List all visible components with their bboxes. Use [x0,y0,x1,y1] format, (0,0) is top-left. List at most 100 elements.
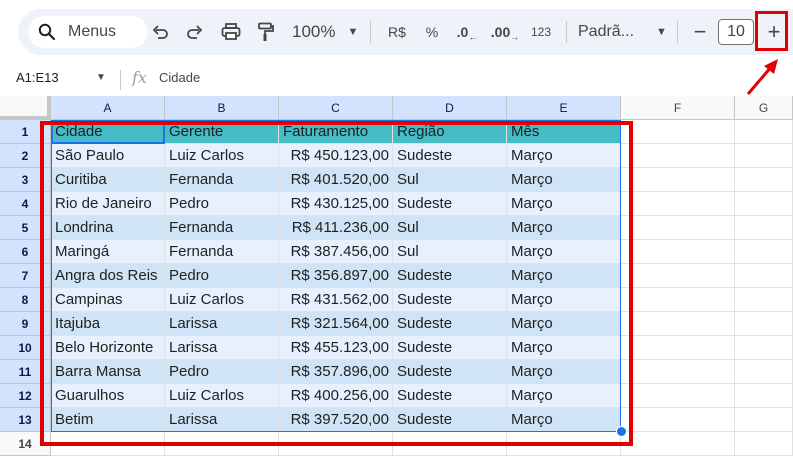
empty-cell[interactable] [621,264,735,288]
table-cell[interactable]: Sudeste [393,264,507,288]
empty-cell[interactable] [621,408,735,432]
table-cell[interactable]: Pedro [165,192,279,216]
table-cell[interactable]: R$ 397.520,00 [279,408,393,432]
table-cell[interactable]: Sudeste [393,192,507,216]
table-cell[interactable]: Sudeste [393,312,507,336]
row-header-10[interactable]: 10 [0,336,51,360]
empty-cell[interactable] [735,168,793,192]
more-formats-button[interactable]: 123 [528,18,554,46]
table-cell[interactable]: Barra Mansa [51,360,165,384]
table-cell[interactable]: Campinas [51,288,165,312]
row-header-9[interactable]: 9 [0,312,51,336]
header-cell[interactable]: Cidade [51,120,165,144]
table-cell[interactable]: Março [507,360,621,384]
paint-format-button[interactable] [252,18,280,46]
empty-cell[interactable] [621,168,735,192]
empty-cell[interactable] [621,144,735,168]
table-cell[interactable]: R$ 455.123,00 [279,336,393,360]
table-cell[interactable]: Maringá [51,240,165,264]
table-cell[interactable]: Sul [393,240,507,264]
row-header-3[interactable]: 3 [0,168,51,192]
table-cell[interactable]: Março [507,216,621,240]
table-cell[interactable]: Março [507,384,621,408]
column-header-f[interactable]: F [621,96,735,120]
table-cell[interactable]: Março [507,336,621,360]
table-cell[interactable]: Março [507,288,621,312]
table-cell[interactable]: Sudeste [393,384,507,408]
table-cell[interactable]: R$ 400.256,00 [279,384,393,408]
table-cell[interactable]: Rio de Janeiro [51,192,165,216]
table-cell[interactable]: Março [507,312,621,336]
empty-cell[interactable] [735,264,793,288]
font-select[interactable]: Padrã... ▼ [578,18,667,46]
row-header-6[interactable]: 6 [0,240,51,264]
empty-cell[interactable] [735,432,793,456]
table-cell[interactable]: Fernanda [165,216,279,240]
table-cell[interactable]: Sudeste [393,144,507,168]
empty-cell[interactable] [507,432,621,456]
name-box-caret-icon[interactable]: ▼ [96,72,106,83]
table-cell[interactable]: Luiz Carlos [165,384,279,408]
table-cell[interactable]: Pedro [165,264,279,288]
empty-cell[interactable] [735,240,793,264]
table-cell[interactable]: Curitiba [51,168,165,192]
table-cell[interactable]: Belo Horizonte [51,336,165,360]
empty-cell[interactable] [393,432,507,456]
table-cell[interactable]: R$ 357.896,00 [279,360,393,384]
column-header-b[interactable]: B [165,96,279,120]
column-header-a[interactable]: A [51,96,165,120]
empty-cell[interactable] [621,120,735,144]
column-header-g[interactable]: G [735,96,793,120]
empty-cell[interactable] [735,120,793,144]
table-cell[interactable]: Guarulhos [51,384,165,408]
row-header-4[interactable]: 4 [0,192,51,216]
header-cell[interactable]: Mês [507,120,621,144]
column-header-c[interactable]: C [279,96,393,120]
row-header-11[interactable]: 11 [0,360,51,384]
table-cell[interactable]: Larissa [165,336,279,360]
empty-cell[interactable] [621,360,735,384]
row-header-7[interactable]: 7 [0,264,51,288]
row-header-8[interactable]: 8 [0,288,51,312]
table-cell[interactable]: Sudeste [393,336,507,360]
table-cell[interactable]: Fernanda [165,240,279,264]
increase-decimals-button[interactable]: .00 → [490,18,520,46]
undo-button[interactable] [146,18,174,46]
header-cell[interactable]: Faturamento [279,120,393,144]
table-cell[interactable]: Março [507,192,621,216]
table-cell[interactable]: R$ 401.520,00 [279,168,393,192]
table-cell[interactable]: R$ 321.564,00 [279,312,393,336]
empty-cell[interactable] [735,360,793,384]
empty-cell[interactable] [621,288,735,312]
row-header-5[interactable]: 5 [0,216,51,240]
font-size-input[interactable]: 10 [718,19,754,45]
table-cell[interactable]: Março [507,144,621,168]
table-cell[interactable]: Março [507,240,621,264]
table-cell[interactable]: Luiz Carlos [165,144,279,168]
empty-cell[interactable] [621,192,735,216]
redo-button[interactable] [181,18,209,46]
row-header-1[interactable]: 1 [0,120,51,144]
header-cell[interactable]: Região [393,120,507,144]
table-cell[interactable]: Março [507,408,621,432]
empty-cell[interactable] [735,144,793,168]
empty-cell[interactable] [735,336,793,360]
formula-input[interactable]: Cidade [159,70,200,85]
empty-cell[interactable] [735,384,793,408]
fill-handle[interactable] [616,426,627,437]
empty-cell[interactable] [279,432,393,456]
table-cell[interactable]: R$ 356.897,00 [279,264,393,288]
empty-cell[interactable] [621,384,735,408]
table-cell[interactable]: São Paulo [51,144,165,168]
table-cell[interactable]: R$ 430.125,00 [279,192,393,216]
empty-cell[interactable] [735,288,793,312]
table-cell[interactable]: Março [507,264,621,288]
percent-format-button[interactable]: % [421,18,443,46]
search-menus[interactable]: Menus [28,16,148,48]
table-cell[interactable]: R$ 411.236,00 [279,216,393,240]
header-cell[interactable]: Gerente [165,120,279,144]
table-cell[interactable]: Itajuba [51,312,165,336]
table-cell[interactable]: Larissa [165,408,279,432]
empty-cell[interactable] [621,216,735,240]
table-cell[interactable]: Londrina [51,216,165,240]
